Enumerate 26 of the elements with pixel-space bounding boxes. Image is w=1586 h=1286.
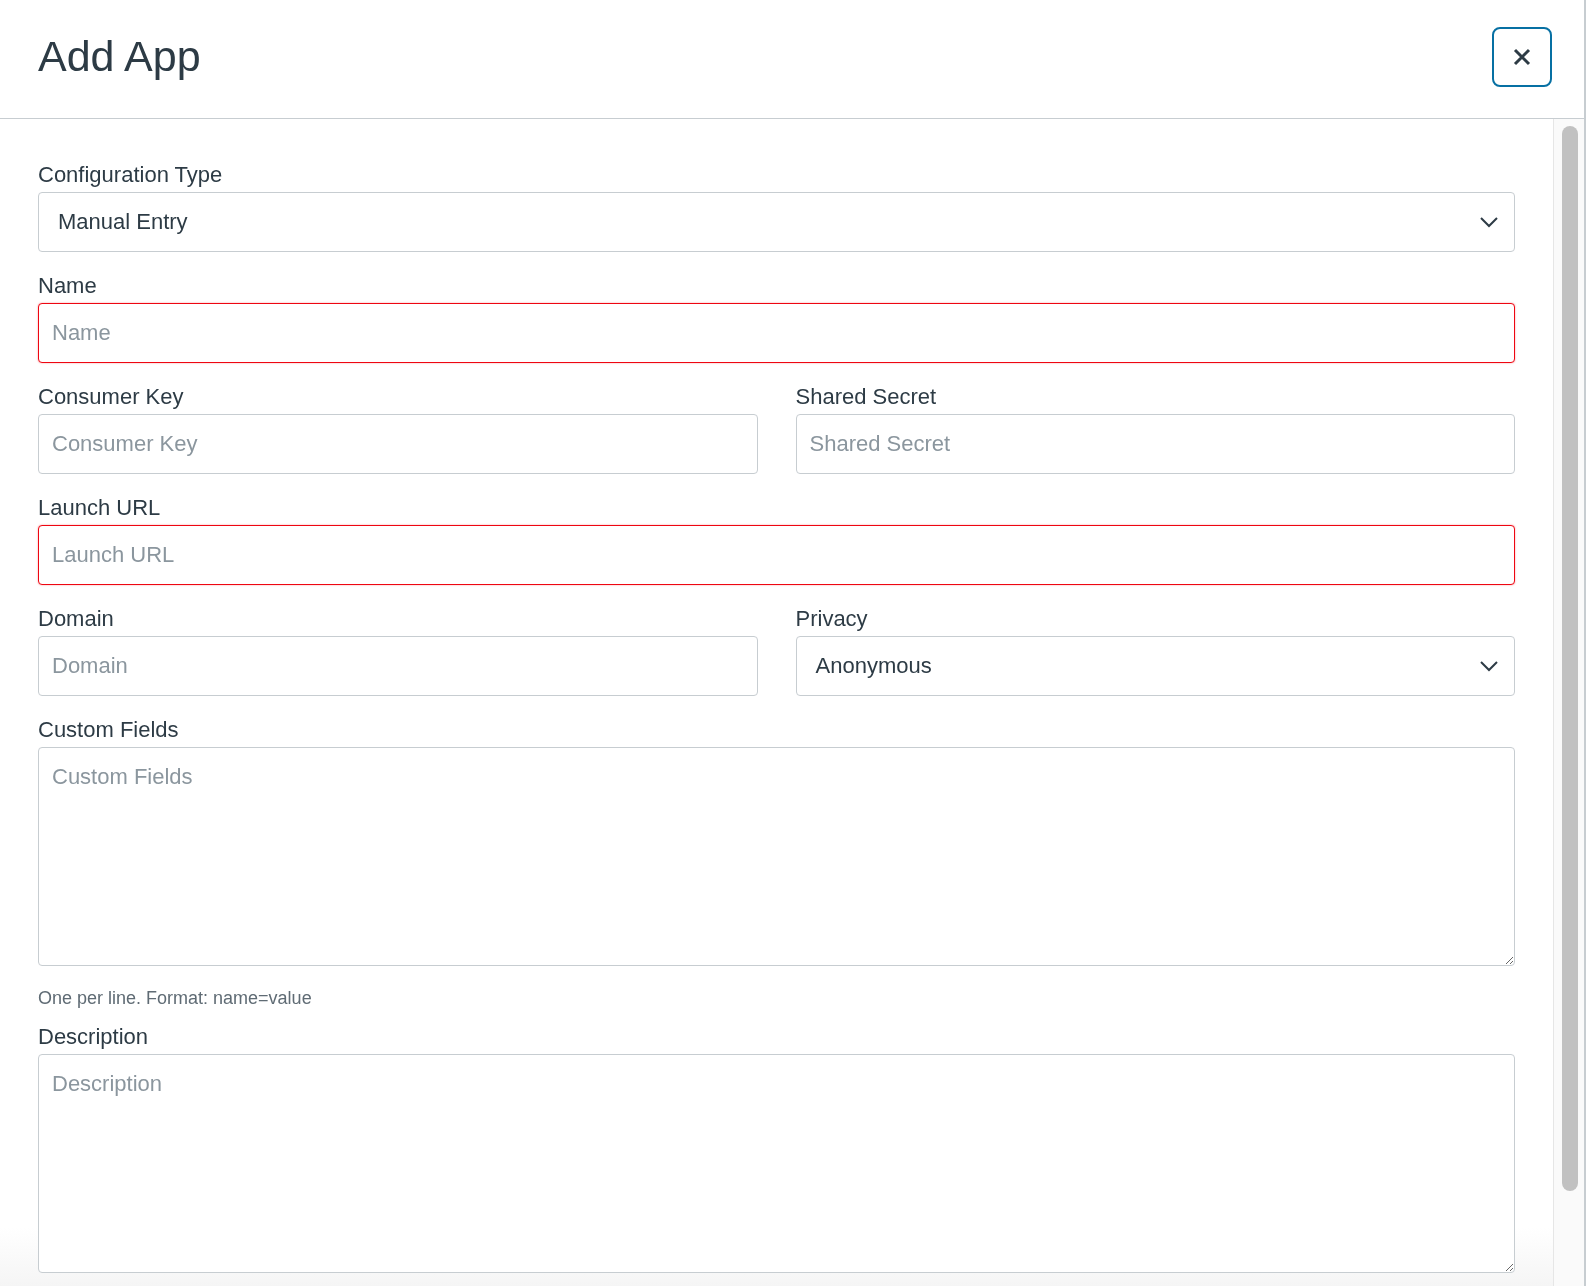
text-field[interactable]: Launch URL xyxy=(38,525,1515,585)
field-label: Shared Secret xyxy=(795,383,938,411)
field-label: Domain xyxy=(38,605,115,633)
chevron-down-icon xyxy=(1480,216,1498,228)
hint-text: One per line. Format: name=value xyxy=(38,988,313,1009)
scrollbar-thumb[interactable] xyxy=(1562,126,1578,1191)
text-field[interactable]: Consumer Key xyxy=(38,414,758,474)
text-field[interactable]: Name xyxy=(38,303,1515,363)
text-area[interactable]: Description xyxy=(38,1054,1515,1273)
dropdown[interactable]: Anonymous xyxy=(795,636,1515,696)
field-label: Launch URL xyxy=(38,494,162,522)
text-field[interactable]: Shared Secret xyxy=(795,414,1515,474)
text-area[interactable]: Custom Fields xyxy=(38,747,1515,966)
close-icon xyxy=(1513,48,1531,66)
text-field[interactable]: Domain xyxy=(38,636,758,696)
field-label: Privacy xyxy=(795,605,869,633)
chevron-down-icon xyxy=(1480,660,1498,672)
field-label: Name xyxy=(38,272,98,300)
field-label: Configuration Type xyxy=(38,161,224,189)
field-label: Description xyxy=(38,1023,150,1051)
field-label: Custom Fields xyxy=(38,716,180,744)
dialog-title: Add App xyxy=(38,31,201,82)
close-button[interactable] xyxy=(1492,27,1552,87)
scrollbar[interactable] xyxy=(1553,119,1584,1286)
dropdown[interactable]: Manual Entry xyxy=(38,192,1515,252)
field-label: Consumer Key xyxy=(38,383,185,411)
